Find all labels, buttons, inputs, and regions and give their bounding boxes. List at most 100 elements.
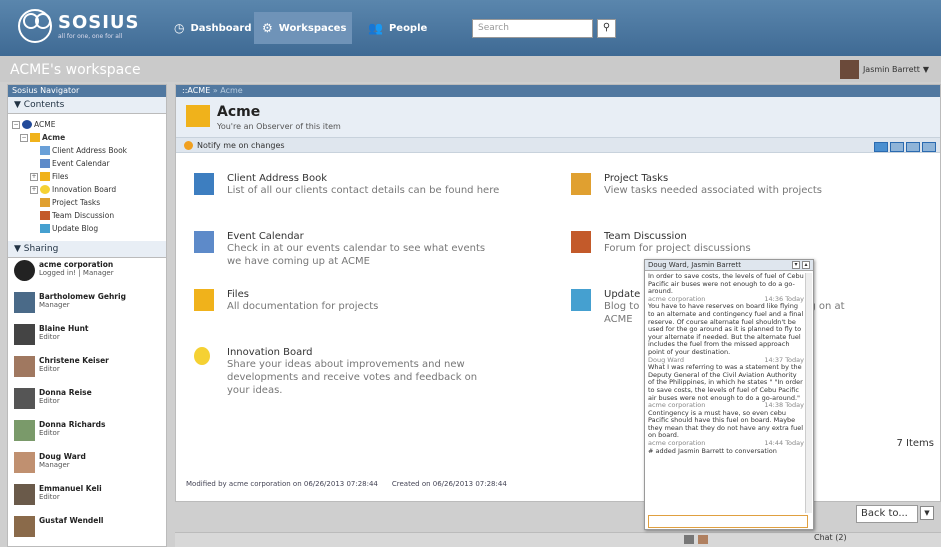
nav-workspaces[interactable]: ⚙ Workspaces <box>254 12 352 44</box>
avatar <box>839 60 859 79</box>
address-book-icon <box>194 173 214 195</box>
folder-icon <box>194 289 214 311</box>
chat-message: Contingency is a must have, so even cebu… <box>648 408 804 440</box>
breadcrumb-separator: » <box>212 86 218 95</box>
page-title: Acme <box>217 104 261 120</box>
list-view-icon[interactable] <box>890 142 904 152</box>
back-to-select[interactable]: Back to... <box>856 505 918 523</box>
nav-dashboard[interactable]: ◷ Dashboard <box>166 12 259 44</box>
member-row[interactable]: Christene Keiser Editor <box>8 354 166 386</box>
expand-icon[interactable]: + <box>30 185 38 194</box>
main-panel: ::ACME » Acme Acme You're an Observer of… <box>175 84 941 502</box>
sharing-section-toggle[interactable]: ▼ Sharing <box>8 241 166 258</box>
collapse-icon[interactable]: − <box>20 133 28 142</box>
member-row[interactable]: Bartholomew Gehrig Manager <box>8 290 166 322</box>
avatar[interactable] <box>698 535 708 544</box>
blog-icon <box>571 289 591 311</box>
item-client-address-book[interactable]: Client Address Book List of all our clien… <box>194 173 514 197</box>
nav-people[interactable]: 👥 People <box>360 12 435 44</box>
chat-scrollbar[interactable] <box>805 273 812 513</box>
logo[interactable]: SOSIUS all for one, one for all <box>18 9 140 43</box>
tree-item-client-address-book[interactable]: Client Address Book <box>12 144 166 157</box>
item-header: Acme You're an Observer of this item <box>176 97 940 137</box>
collapse-icon[interactable]: − <box>12 120 20 129</box>
breadcrumb-current[interactable]: Acme <box>220 86 242 95</box>
search-icon[interactable]: ⚲ <box>597 19 616 38</box>
discussion-icon <box>40 211 50 220</box>
item-innovation-board[interactable]: Innovation Board Share your ideas about i… <box>194 347 514 397</box>
grid-view-icon[interactable] <box>922 142 936 152</box>
tree-item-team-discussion[interactable]: Team Discussion <box>12 209 166 222</box>
nav-people-label: People <box>388 22 428 34</box>
caret-down-icon: ▼ <box>14 244 24 254</box>
bell-icon <box>184 140 193 150</box>
tree-item-project-tasks[interactable]: Project Tasks <box>12 196 166 209</box>
tree-item-acme-root[interactable]: − ACME <box>12 118 166 131</box>
content-tree: − ACME − Acme Client Address Book Event Ca… <box>8 114 166 241</box>
minimize-icon[interactable]: ▾ <box>792 261 800 269</box>
calendar-icon <box>194 231 214 253</box>
detail-view-icon[interactable] <box>874 142 888 152</box>
chat-tab[interactable]: Chat (2) <box>814 533 847 542</box>
search-input[interactable]: Search <box>472 19 593 38</box>
briefcase-icon <box>571 173 591 195</box>
brand-name: SOSIUS <box>58 12 140 33</box>
member-row[interactable]: Doug Ward Manager <box>8 450 166 482</box>
workspace-bar <box>0 56 941 82</box>
item-event-calendar[interactable]: Event Calendar Check in at our events cal… <box>194 231 514 268</box>
chat-message-input[interactable] <box>648 515 808 528</box>
nav-dashboard-label: Dashboard <box>190 22 252 34</box>
tree-item-update-blog[interactable]: Update Blog <box>12 222 166 235</box>
item-project-tasks[interactable]: Project Tasks View tasks needed associate… <box>571 173 911 197</box>
item-team-discussion[interactable]: Team Discussion Forum for project discuss… <box>571 231 911 255</box>
sidebar: Sosius Navigator ▼ Contents − ACME − Acme … <box>7 84 167 547</box>
briefcase-icon <box>40 198 50 207</box>
member-row[interactable]: Donna Reise Editor <box>8 386 166 418</box>
member-row[interactable]: Gustaf Wendell <box>8 514 166 546</box>
avatar[interactable] <box>684 535 694 544</box>
member-row[interactable]: Blaine Hunt Editor <box>8 322 166 354</box>
notify-toggle[interactable]: Notify me on changes <box>176 137 940 153</box>
avatar <box>14 324 35 345</box>
member-row[interactable]: acme corporation Logged in! | Manager <box>8 258 166 290</box>
logo-mark-icon <box>18 9 52 43</box>
top-bar: SOSIUS all for one, one for all ◷ Dashboa… <box>0 0 941 56</box>
expand-icon[interactable]: + <box>30 172 38 181</box>
member-row[interactable]: Emmanuel Keli Editor <box>8 482 166 514</box>
breadcrumb-root[interactable]: ::ACME <box>182 86 210 95</box>
item-count: 7 Items <box>896 438 934 449</box>
contents-section-toggle[interactable]: ▼ Contents <box>8 97 166 114</box>
avatar <box>14 356 35 377</box>
chevron-down-icon[interactable]: ▼ <box>920 506 934 520</box>
chat-message: You have to have reserves on board like … <box>648 302 804 356</box>
compact-view-icon[interactable] <box>906 142 920 152</box>
tree-item-files[interactable]: + Files <box>12 170 166 183</box>
tree-item-acme[interactable]: − Acme <box>12 131 166 144</box>
breadcrumb: ::ACME » Acme <box>176 85 940 97</box>
avatar <box>14 484 35 505</box>
member-row[interactable]: Donna Richards Editor <box>8 418 166 450</box>
chat-message: What I was referring to was a statement … <box>648 363 803 402</box>
modified-info: Modified by acme corporation on 06/26/20… <box>186 480 507 488</box>
item-files[interactable]: Files All documentation for projects <box>194 289 514 313</box>
address-book-icon <box>40 146 50 155</box>
discussion-icon <box>571 231 591 253</box>
folder-icon <box>30 133 40 142</box>
chat-title: Doug Ward, Jasmin Barrett <box>648 261 741 269</box>
avatar <box>14 452 35 473</box>
user-menu[interactable]: Jasmin Barrett ▼ <box>839 60 929 79</box>
brand-tagline: all for one, one for all <box>58 33 123 40</box>
avatar <box>14 388 35 409</box>
page-subtitle: You're an Observer of this item <box>217 122 341 131</box>
chat-tray <box>684 535 712 544</box>
nav-workspaces-label: Workspaces <box>278 22 347 34</box>
close-icon[interactable]: ▴ <box>802 261 810 269</box>
lightbulb-icon <box>40 185 50 194</box>
tree-item-event-calendar[interactable]: Event Calendar <box>12 157 166 170</box>
gears-icon: ⚙ <box>262 21 273 35</box>
view-switcher <box>872 142 936 152</box>
tree-item-innovation-board[interactable]: + Innovation Board <box>12 183 166 196</box>
clock-icon: ◷ <box>174 21 185 35</box>
chat-message: # added Jasmin Barrett to conversation <box>648 446 777 455</box>
calendar-icon <box>40 159 50 168</box>
